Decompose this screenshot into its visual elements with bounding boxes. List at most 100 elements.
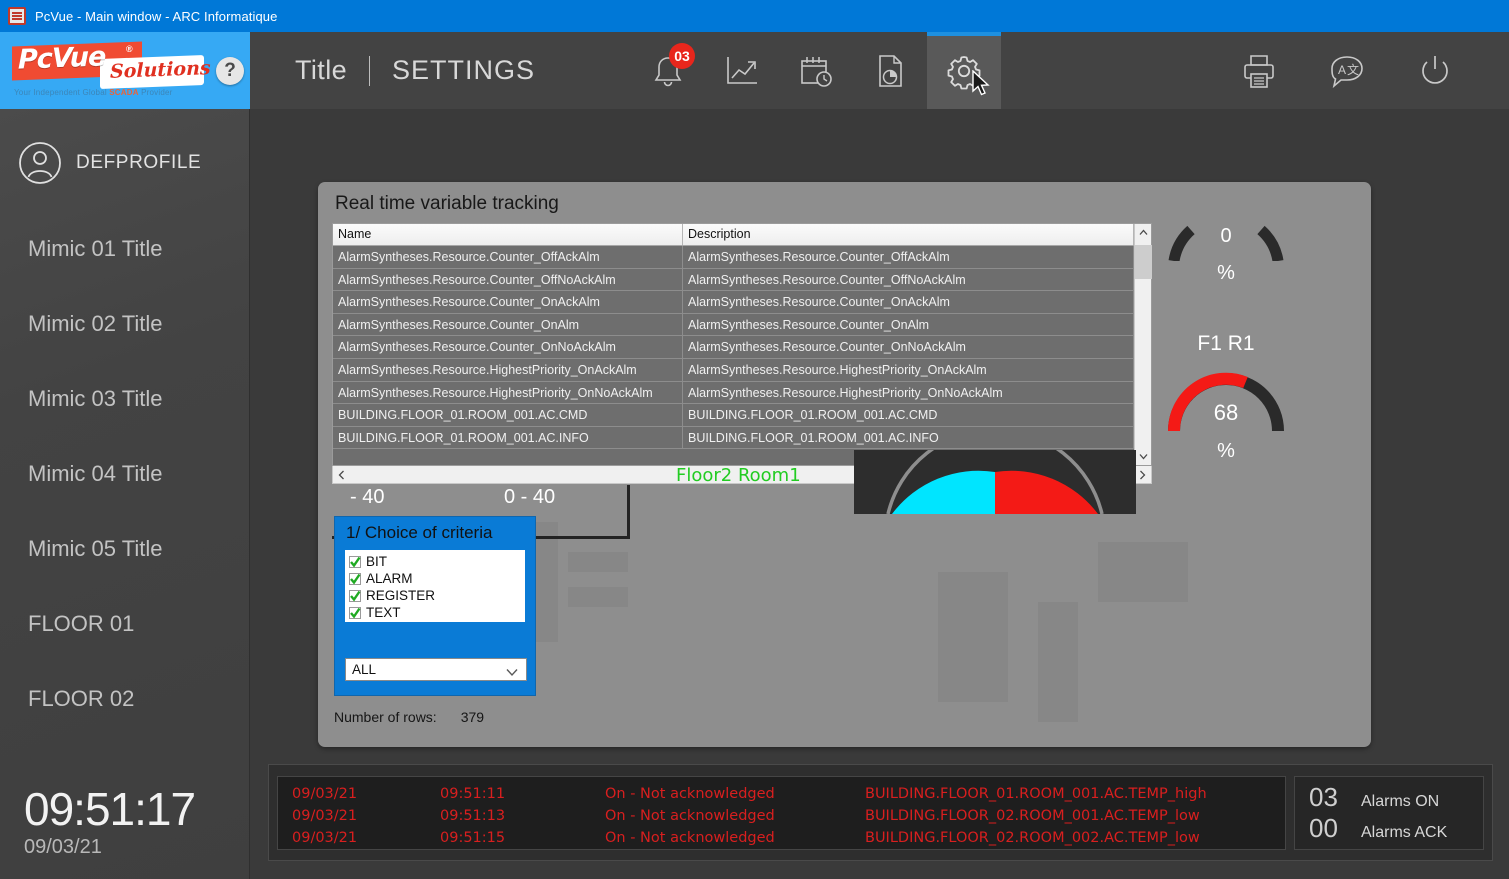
table-row[interactable]: BUILDING.FLOOR_01.ROOM_001.AC.CMDBUILDIN… [333,404,1134,427]
criteria-heading: 1/ Choice of criteria [335,517,535,543]
alarm-row[interactable]: 09/03/21 09:51:13 On - Not acknowledged … [292,805,1285,827]
alarm-row[interactable]: 09/03/21 09:51:15 On - Not acknowledged … [292,827,1285,849]
cell-description: BUILDING.FLOOR_01.ROOM_001.AC.CMD [683,404,1134,426]
calendar-clock-icon [797,53,835,89]
svg-text:A: A [1338,63,1346,77]
table-row[interactable]: AlarmSyntheses.Resource.Counter_OnAckAlm… [333,291,1134,314]
alarm-row[interactable]: 09/03/21 09:51:11 On - Not acknowledged … [292,783,1285,805]
table-vertical-scrollbar[interactable] [1134,224,1151,465]
criteria-select[interactable]: ALL [345,658,527,681]
cell-description: AlarmSyntheses.Resource.HighestPriority_… [683,382,1134,404]
sidebar-item-mimic-03[interactable]: Mimic 03 Title [0,361,249,436]
alarm-date: 09/03/21 [292,786,440,802]
checkbox-checked-icon[interactable] [349,556,361,568]
criteria-option-alarm[interactable]: ALARM [349,570,525,587]
top-gauge: 0 % [1156,217,1296,327]
alarms-ack-counter: 00 Alarms ACK [1309,813,1483,844]
power-icon [1415,51,1455,91]
sidebar-item-label: Mimic 01 Title [28,236,162,262]
table-row[interactable]: AlarmSyntheses.Resource.Counter_OffNoAck… [333,269,1134,292]
sidebar-item-mimic-04[interactable]: Mimic 04 Title [0,436,249,511]
logo-registered-mark: ® [126,44,133,54]
scroll-right-button[interactable] [1134,467,1151,483]
checkbox-checked-icon[interactable] [349,590,361,602]
row-count-block: Number of rows: 379 [334,709,484,725]
scroll-down-button[interactable] [1135,448,1151,465]
alarm-date: 09/03/21 [292,808,440,824]
nav-report-button[interactable] [853,32,927,109]
checkbox-checked-icon[interactable] [349,573,361,585]
row-count-label: Number of rows: [334,709,437,725]
help-button[interactable]: ? [216,57,244,85]
main-content: Real time variable tracking Name Descrip… [250,109,1509,879]
chevron-left-icon [338,470,345,480]
sidebar-nav-list: Mimic 01 Title Mimic 02 Title Mimic 03 T… [0,211,249,736]
alarm-tag: BUILDING.FLOOR_01.ROOM_001.AC.TEMP_high [865,786,1285,802]
table-column-header-description[interactable]: Description [683,224,1134,245]
table-row[interactable]: AlarmSyntheses.Resource.HighestPriority_… [333,382,1134,405]
table-body: AlarmSyntheses.Resource.Counter_OffAckAl… [333,246,1134,465]
sidebar-item-label: Mimic 03 Title [28,386,162,412]
nav-print-button[interactable] [1215,32,1303,109]
criteria-option-text[interactable]: TEXT [349,604,525,621]
nav-alarms-button[interactable]: 03 [631,32,705,109]
header-title-group: Title SETTINGS [295,32,535,109]
sidebar-item-floor-02[interactable]: FLOOR 02 [0,661,249,736]
tagline-post: Provider [139,88,173,97]
profile-name: DEFPROFILE [76,152,201,174]
table-row[interactable]: AlarmSyntheses.Resource.Counter_OnNoAckA… [333,336,1134,359]
alarms-on-counter: 03 Alarms ON [1309,782,1483,813]
alarm-date: 09/03/21 [292,830,440,846]
criteria-panel: 1/ Choice of criteria BIT ALARM [334,516,536,696]
pcvue-app-icon [8,7,26,25]
app-header: PcVue ® Solutions Your Independent Globa… [0,32,1509,109]
alarm-banner: 09/03/21 09:51:11 On - Not acknowledged … [268,764,1493,861]
nav-schedule-button[interactable] [779,32,853,109]
sidebar-item-mimic-01[interactable]: Mimic 01 Title [0,211,249,286]
nav-settings-button[interactable] [927,32,1001,109]
brand-logo-area: PcVue ® Solutions Your Independent Globa… [0,32,250,109]
table-row[interactable]: BUILDING.FLOOR_01.ROOM_001.AC.INFOBUILDI… [333,427,1134,450]
nav-power-button[interactable] [1391,32,1479,109]
temperature-arc-gauge [854,450,1136,514]
scroll-up-button[interactable] [1135,224,1151,241]
report-document-icon [873,52,907,90]
scroll-thumb[interactable] [1135,245,1152,279]
alarm-time: 09:51:13 [440,808,605,824]
title-divider [369,56,370,86]
settings-gear-icon [944,51,984,91]
alarms-ack-count: 00 [1309,813,1361,844]
alarm-list[interactable]: 09/03/21 09:51:11 On - Not acknowledged … [277,776,1286,850]
criteria-option-register[interactable]: REGISTER [349,587,525,604]
sidebar-item-mimic-05[interactable]: Mimic 05 Title [0,511,249,586]
logo-pcvue-text: PcVue [18,41,105,75]
cell-name: AlarmSyntheses.Resource.HighestPriority_… [333,382,683,404]
table-header-row: Name Description [333,224,1134,246]
cell-description: AlarmSyntheses.Resource.Counter_OffNoAck… [683,269,1134,291]
sidebar-item-mimic-02[interactable]: Mimic 02 Title [0,286,249,361]
table-row[interactable]: AlarmSyntheses.Resource.Counter_OnAlmAla… [333,314,1134,337]
profile-block[interactable]: DEFPROFILE [0,109,249,185]
tagline-scada: SCADA [109,88,138,97]
criteria-select-value: ALL [352,662,376,677]
criteria-option-label: TEXT [366,605,401,620]
alarms-ack-label: Alarms ACK [1361,824,1447,842]
cell-name: AlarmSyntheses.Resource.Counter_OffAckAl… [333,246,683,268]
alarm-time: 09:51:11 [440,786,605,802]
scroll-left-button[interactable] [333,467,350,483]
criteria-option-bit[interactable]: BIT [349,553,525,570]
f1r1-gauge: F1 R1 68 % [1156,332,1296,462]
cell-description: BUILDING.FLOOR_01.ROOM_001.AC.INFO [683,427,1134,449]
nav-language-button[interactable]: A 文 [1303,32,1391,109]
top-gauge-value: 0 [1156,225,1296,248]
sidebar-item-floor-01[interactable]: FLOOR 01 [0,586,249,661]
cell-name: AlarmSyntheses.Resource.Counter_OnAlm [333,314,683,336]
nav-trend-button[interactable] [705,32,779,109]
sidebar-clock: 09:51:17 09/03/21 [24,785,195,859]
scroll-track[interactable] [1135,241,1151,448]
checkbox-checked-icon[interactable] [349,607,361,619]
table-row[interactable]: AlarmSyntheses.Resource.HighestPriority_… [333,359,1134,382]
sidebar-item-label: Mimic 02 Title [28,311,162,337]
table-row[interactable]: AlarmSyntheses.Resource.Counter_OffAckAl… [333,246,1134,269]
table-column-header-name[interactable]: Name [333,224,683,245]
